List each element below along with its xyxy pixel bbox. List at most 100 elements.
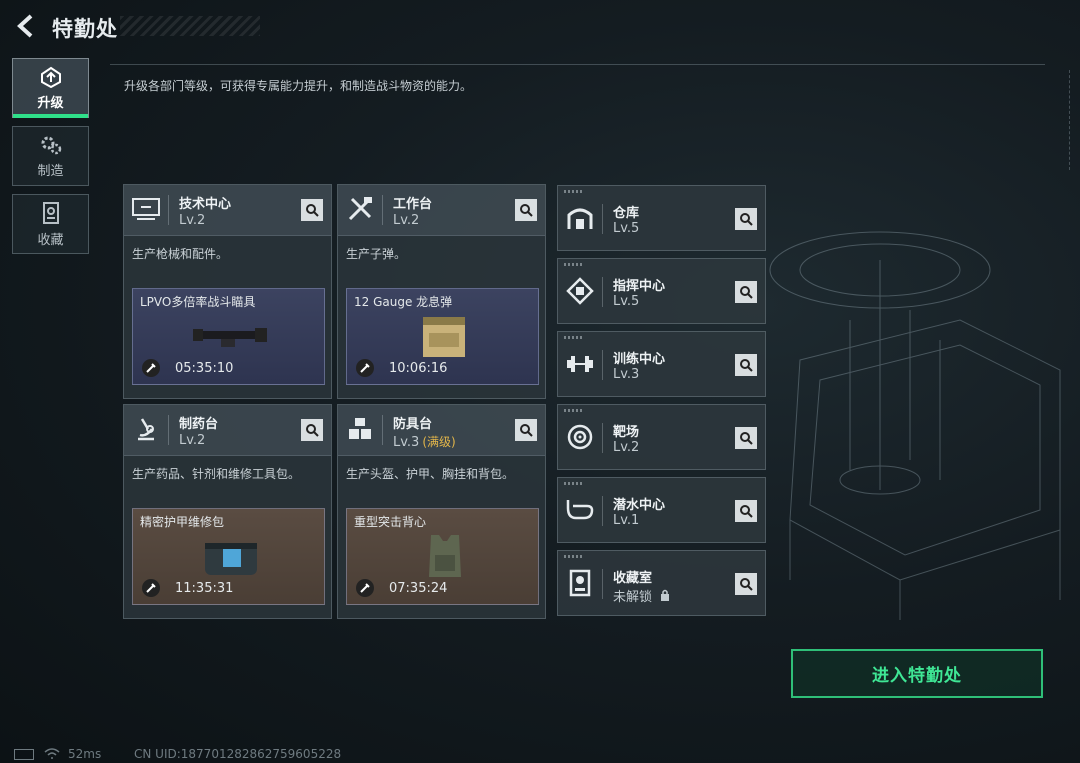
dept-name: 防具台 [393, 417, 433, 432]
locked-label: 未解锁 [613, 590, 653, 605]
dept-level: Lv.2 [393, 213, 420, 228]
product-name: 重型突击背心 [354, 515, 427, 529]
dept-name: 潜水中心 [613, 498, 666, 513]
decoration-dots [564, 555, 584, 558]
repair-kit-image [205, 543, 257, 575]
dept-level: Lv.2 [179, 433, 206, 448]
product-name: 12 Gauge 龙息弹 [354, 295, 453, 309]
collection-icon [42, 201, 59, 224]
inspect-button[interactable] [515, 199, 537, 221]
search-icon [520, 424, 533, 437]
dept-name: 制药台 [179, 417, 219, 432]
dumbbell-icon [564, 348, 596, 380]
max-level-badge: (满级) [422, 435, 456, 449]
microscope-icon [130, 413, 162, 445]
inspect-button[interactable] [735, 208, 757, 230]
back-button[interactable] [8, 10, 44, 42]
back-arrow-icon [17, 14, 33, 38]
production-timer: 11:35:31 [175, 581, 234, 596]
title-decoration [120, 16, 260, 36]
separator [382, 415, 383, 445]
search-icon [740, 578, 753, 591]
armor-icon [344, 413, 376, 445]
dept-item-warehouse[interactable]: 仓库 Lv.5 [557, 185, 766, 251]
dept-card-tech-center[interactable]: 技术中心 Lv.2 生产枪械和配件。 LPVO多倍率战斗瞄具 05:35:10 [123, 184, 332, 399]
production-timer: 10:06:16 [389, 361, 448, 376]
nav-craft-label: 制造 [37, 163, 64, 179]
tools-icon [344, 193, 376, 225]
level-value: Lv.3 [393, 435, 420, 450]
command-icon [564, 275, 596, 307]
vest-image [429, 535, 461, 577]
side-decoration [1052, 70, 1070, 170]
nav-upgrade-label: 升级 [37, 95, 64, 111]
dept-level: Lv.3 (满级) [393, 433, 456, 450]
dept-level: Lv.2 [179, 213, 206, 228]
decoration-dots [564, 263, 584, 266]
user-uid: CN UID:1877012828627596052​28 [134, 747, 342, 761]
wrench-icon [356, 579, 374, 597]
warehouse-icon [564, 202, 596, 234]
dept-item-training-center[interactable]: 训练中心 Lv.3 [557, 331, 766, 397]
inspect-button[interactable] [301, 199, 323, 221]
product-name: LPVO多倍率战斗瞄具 [140, 295, 256, 309]
dept-level: Lv.1 [613, 513, 640, 528]
search-icon [740, 359, 753, 372]
decoration-dots [564, 336, 584, 339]
card-header: 工作台 Lv.2 [338, 185, 545, 236]
separator [168, 195, 169, 225]
base-structure-illustration [769, 231, 1061, 620]
enter-special-ops-button[interactable]: 进入特勤处 [791, 649, 1043, 698]
separator [602, 204, 603, 234]
search-icon [740, 286, 753, 299]
nav-craft[interactable]: 制造 [12, 126, 89, 186]
dept-name: 靶场 [613, 425, 640, 440]
inspect-button[interactable] [515, 419, 537, 441]
dept-item-diving-center[interactable]: 潜水中心 Lv.1 [557, 477, 766, 543]
gears-icon [41, 136, 61, 154]
wifi-icon [44, 748, 60, 759]
dept-item-shooting-range[interactable]: 靶场 Lv.2 [557, 404, 766, 470]
dept-description: 生产药品、针剂和维修工具包。 [132, 467, 301, 481]
production-slot[interactable]: 重型突击背心 07:35:24 [346, 508, 539, 605]
production-slot[interactable]: 12 Gauge 龙息弹 10:06:16 [346, 288, 539, 385]
search-icon [306, 204, 319, 217]
card-header: 防具台 Lv.3 (满级) [338, 405, 545, 456]
separator [168, 415, 169, 445]
production-slot[interactable]: LPVO多倍率战斗瞄具 05:35:10 [132, 288, 325, 385]
nav-collection[interactable]: 收藏 [12, 194, 89, 254]
dept-item-command-center[interactable]: 指挥中心 Lv.5 [557, 258, 766, 324]
dept-description: 生产头盔、护甲、胸挂和背包。 [346, 467, 515, 481]
dept-card-pharmacy[interactable]: 制药台 Lv.2 生产药品、针剂和维修工具包。 精密护甲维修包 11:35:31 [123, 404, 332, 619]
battery-icon [14, 749, 34, 760]
separator [602, 496, 603, 526]
diving-mask-icon [564, 494, 596, 526]
decoration-dots [564, 409, 584, 412]
inspect-button[interactable] [735, 354, 757, 376]
dept-item-collection-room[interactable]: 收藏室 未解锁 [557, 550, 766, 616]
card-header: 技术中心 Lv.2 [124, 185, 331, 236]
inspect-button[interactable] [301, 419, 323, 441]
nav-upgrade[interactable]: 升级 [12, 58, 89, 118]
target-icon [564, 421, 596, 453]
dept-description: 生产枪械和配件。 [132, 247, 229, 261]
dept-name: 指挥中心 [613, 279, 666, 294]
dept-card-workbench[interactable]: 工作台 Lv.2 生产子弹。 12 Gauge 龙息弹 10:06:16 [337, 184, 546, 399]
dept-card-armor-bench[interactable]: 防具台 Lv.3 (满级) 生产头盔、护甲、胸挂和背包。 重型突击背心 07:35… [337, 404, 546, 619]
search-icon [306, 424, 319, 437]
inspect-button[interactable] [735, 573, 757, 595]
production-slot[interactable]: 精密护甲维修包 11:35:31 [132, 508, 325, 605]
inspect-button[interactable] [735, 500, 757, 522]
dept-name: 工作台 [393, 197, 433, 212]
decoration-dots [564, 190, 584, 193]
separator [602, 423, 603, 453]
dept-level: Lv.2 [613, 440, 640, 455]
inspect-button[interactable] [735, 281, 757, 303]
wrench-icon [356, 359, 374, 377]
scope-image [193, 328, 267, 347]
separator [602, 350, 603, 380]
page-description: 升级各部门等级，可获得专属能力提升，和制造战斗物资的能力。 [124, 79, 473, 93]
inspect-button[interactable] [735, 427, 757, 449]
ping-value: 52ms [68, 747, 102, 761]
search-icon [740, 213, 753, 226]
